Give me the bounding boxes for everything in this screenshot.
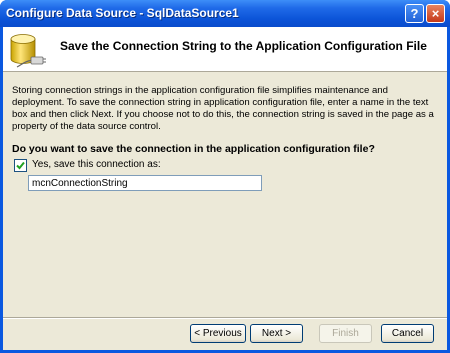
next-button[interactable]: Next > (250, 324, 303, 343)
wizard-header: Save the Connection String to the Applic… (3, 27, 447, 72)
save-connection-label: Yes, save this connection as: (32, 159, 161, 170)
help-icon: ? (410, 6, 419, 21)
database-icon (10, 34, 46, 68)
connection-name-input[interactable] (28, 175, 262, 191)
save-question: Do you want to save the connection in th… (12, 143, 375, 155)
close-button[interactable]: × (426, 4, 445, 23)
title-bar[interactable]: Configure Data Source - SqlDataSource1 ?… (0, 0, 450, 27)
dialog-body: Save the Connection String to the Applic… (3, 27, 447, 350)
page-title: Save the Connection String to the Applic… (60, 39, 427, 53)
dialog-window: Configure Data Source - SqlDataSource1 ?… (0, 0, 450, 353)
window-title: Configure Data Source - SqlDataSource1 (6, 6, 239, 20)
cancel-button[interactable]: Cancel (381, 324, 434, 343)
button-separator (3, 317, 447, 319)
finish-button[interactable]: Finish (319, 324, 372, 343)
save-connection-checkbox[interactable] (14, 159, 27, 172)
help-button[interactable]: ? (405, 4, 424, 23)
previous-button[interactable]: < Previous (190, 324, 246, 343)
close-icon: × (431, 6, 440, 21)
checkmark-icon (16, 161, 25, 170)
description-text: Storing connection strings in the applic… (12, 85, 434, 132)
